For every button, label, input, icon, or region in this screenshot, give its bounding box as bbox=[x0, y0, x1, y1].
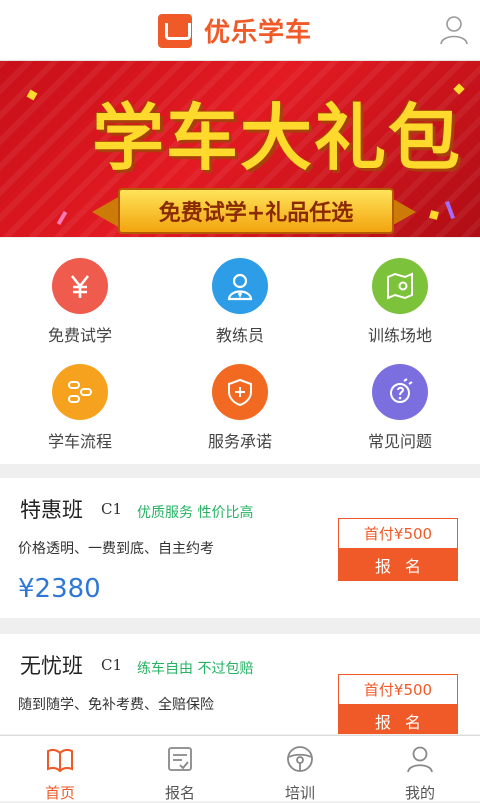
course-card[interactable]: 无忧班 C1 练车自由 不过包赔 随到随学、免补考费、全赔保险 首付¥500 报… bbox=[0, 634, 480, 734]
course-desc: 随到随学、免补考费、全赔保险 bbox=[18, 697, 214, 713]
flow-icon bbox=[52, 364, 108, 420]
course-name: 无忧班 bbox=[20, 654, 83, 678]
question-icon bbox=[372, 364, 428, 420]
grid-label: 训练场地 bbox=[367, 326, 432, 345]
grid-item-free-trial[interactable]: 免费试学 bbox=[20, 258, 140, 346]
grid-label: 学车流程 bbox=[47, 432, 112, 451]
map-icon bbox=[372, 258, 428, 314]
bottom-tab-bar: 首页 报名 培训 我的 bbox=[0, 735, 480, 802]
grid-label: 免费试学 bbox=[47, 326, 112, 345]
grid-label: 教练员 bbox=[215, 326, 264, 345]
coach-icon bbox=[212, 258, 268, 314]
grid-label: 服务承诺 bbox=[207, 432, 272, 451]
course-level: C1 bbox=[101, 500, 123, 518]
grid-item-training-ground[interactable]: 训练场地 bbox=[340, 258, 460, 346]
user-icon[interactable] bbox=[438, 14, 470, 46]
signup-button[interactable]: 报名 bbox=[338, 704, 458, 734]
course-level: C1 bbox=[101, 656, 123, 674]
tab-home[interactable]: 首页 bbox=[0, 736, 120, 802]
course-tags: 优质服务 性价比高 bbox=[137, 505, 254, 521]
grid-item-coach[interactable]: 教练员 bbox=[180, 258, 300, 346]
promo-banner[interactable]: 学车大礼包 免费试学+礼品任选 bbox=[0, 61, 480, 237]
banner-subtitle: 免费试学+礼品任选 bbox=[118, 188, 394, 234]
down-payment-label: 首付¥500 bbox=[338, 674, 458, 704]
grid-item-process[interactable]: 学车流程 bbox=[20, 364, 140, 452]
top-bar: 优乐学车 bbox=[0, 0, 480, 61]
tab-training[interactable]: 培训 bbox=[240, 736, 360, 802]
book-icon bbox=[47, 748, 73, 773]
course-desc: 价格透明、一费到底、自主约考 bbox=[18, 541, 214, 557]
shield-icon bbox=[212, 364, 268, 420]
course-price: ¥2380 bbox=[18, 574, 101, 604]
steering-wheel-icon bbox=[287, 746, 313, 772]
grid-label: 常见问题 bbox=[367, 432, 432, 451]
grid-item-faq[interactable]: 常见问题 bbox=[340, 364, 460, 452]
signup-button[interactable]: 报名 bbox=[338, 548, 458, 581]
user-icon bbox=[407, 746, 433, 773]
yen-icon bbox=[52, 258, 108, 314]
tab-mine[interactable]: 我的 bbox=[360, 736, 480, 802]
course-card[interactable]: 特惠班 C1 优质服务 性价比高 价格透明、一费到底、自主约考 ¥2380 首付… bbox=[0, 478, 480, 618]
feature-grid: 免费试学 教练员 训练场地 学车流程 服务承诺 常见问题 bbox=[0, 238, 480, 464]
course-tags: 练车自由 不过包赔 bbox=[137, 661, 254, 677]
tab-signup[interactable]: 报名 bbox=[120, 736, 240, 802]
down-payment-label: 首付¥500 bbox=[338, 518, 458, 548]
logo-icon bbox=[158, 13, 192, 48]
signup-box: 首付¥500 报名 bbox=[338, 674, 458, 734]
form-icon bbox=[168, 747, 192, 771]
signup-box: 首付¥500 报名 bbox=[338, 518, 458, 581]
course-name: 特惠班 bbox=[20, 498, 83, 522]
app-name: 优乐学车 bbox=[204, 18, 313, 48]
grid-item-service[interactable]: 服务承诺 bbox=[180, 364, 300, 452]
banner-title: 学车大礼包 bbox=[92, 96, 463, 180]
app-logo: 优乐学车 bbox=[158, 12, 312, 49]
